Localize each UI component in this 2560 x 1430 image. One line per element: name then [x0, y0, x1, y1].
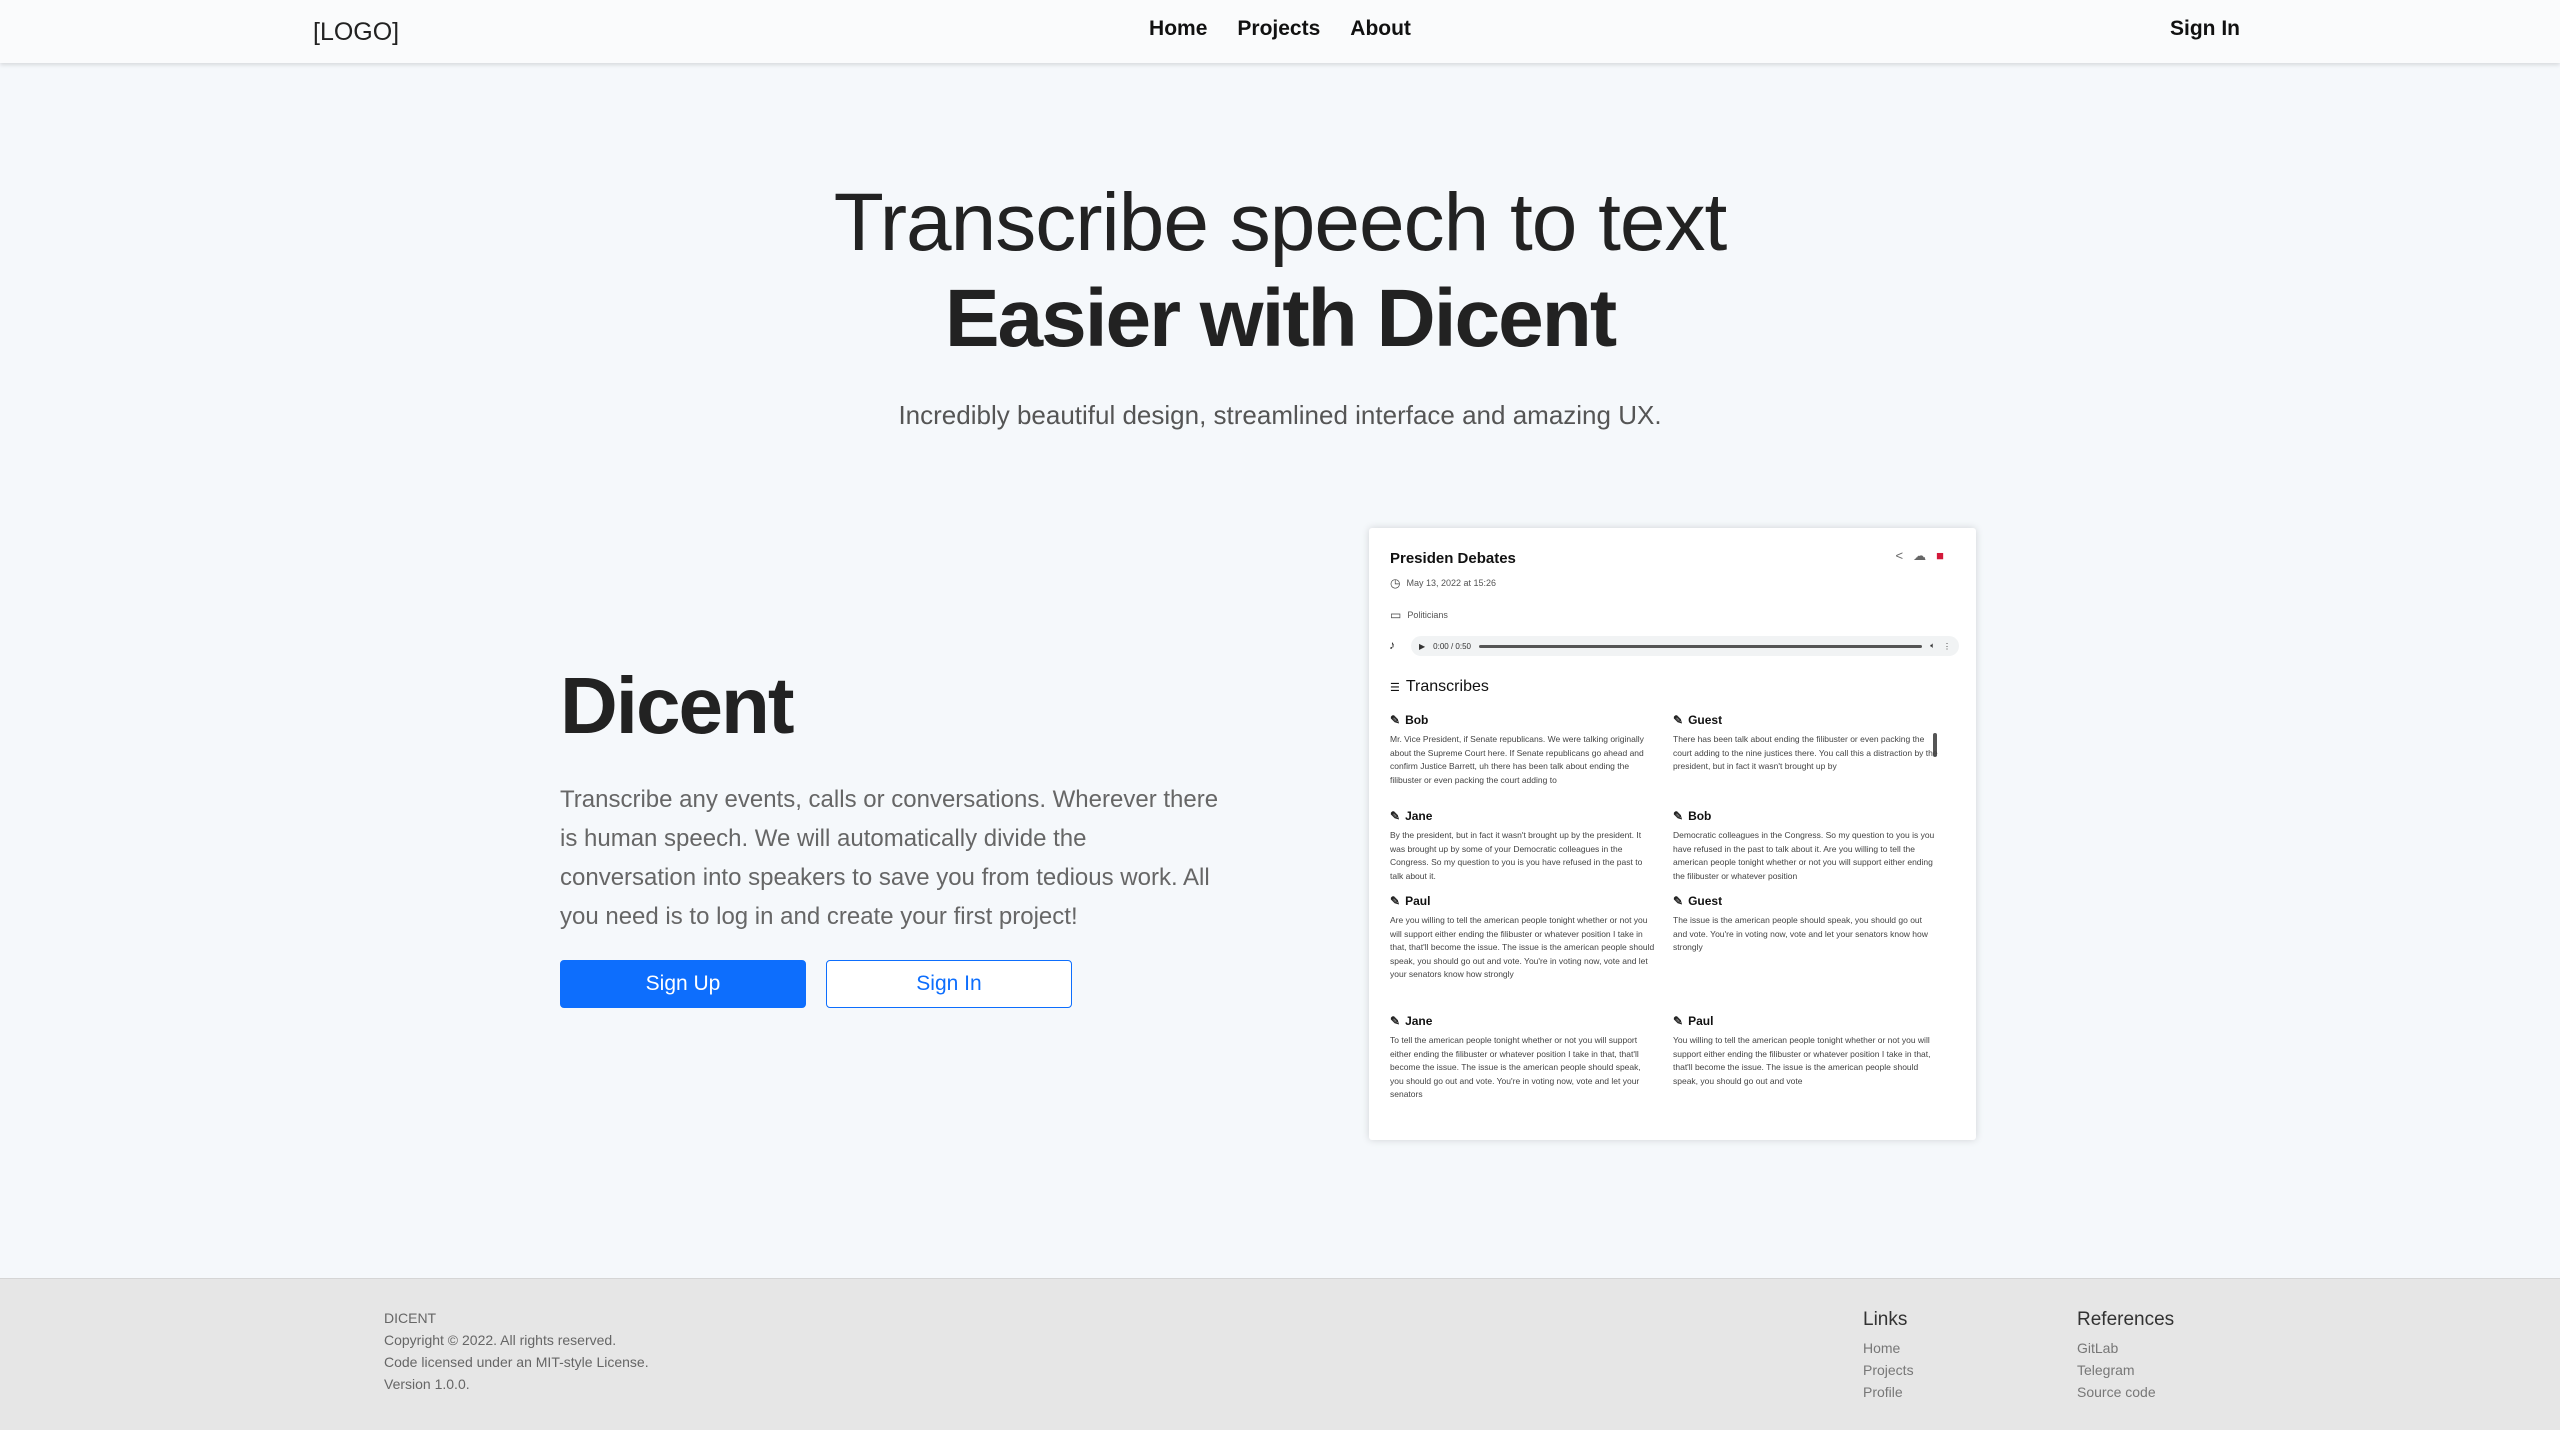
segment-text[interactable]: Are you willing to tell the american peo… — [1390, 914, 1655, 982]
footer-references-title: References — [2077, 1309, 2175, 1330]
speaker-name: Paul — [1688, 1014, 1714, 1028]
more-icon[interactable]: ⋮ — [1943, 642, 1951, 651]
speaker-name: Jane — [1405, 1014, 1433, 1028]
pencil-icon[interactable]: ✎ — [1390, 809, 1400, 823]
pencil-icon[interactable]: ✎ — [1673, 809, 1683, 823]
speaker-name: Paul — [1405, 894, 1431, 908]
footer-links-title: Links — [1863, 1309, 1908, 1330]
audio-player[interactable]: ▶ 0:00 / 0:50 🔈︎ ⋮ — [1411, 636, 1959, 656]
footer-link-home[interactable]: Home — [1863, 1337, 1914, 1359]
hero-heading: Transcribe speech to text — [833, 177, 1728, 268]
transcript-segment[interactable]: ✎ Paul You willing to tell the american p… — [1673, 1014, 1938, 1088]
clock-icon: ◷ — [1390, 576, 1401, 590]
hero-tagline: Incredibly beautiful design, streamlined… — [898, 400, 1662, 430]
nav-about[interactable]: About — [1350, 17, 1411, 41]
pencil-icon[interactable]: ✎ — [1673, 713, 1683, 727]
footer-link-profile[interactable]: Profile — [1863, 1381, 1914, 1403]
footer-info: DICENT Copyright © 2022. All rights rese… — [384, 1307, 649, 1395]
footer-link-gitlab[interactable]: GitLab — [2077, 1337, 2174, 1359]
segment-text[interactable]: There has been talk about ending the fil… — [1673, 733, 1938, 774]
project-date-text: May 13, 2022 at 15:26 — [1406, 578, 1497, 588]
transcript-segment[interactable]: ✎ Guest There has been talk about ending … — [1673, 713, 1938, 774]
player-time: 0:00 / 0:50 — [1433, 641, 1471, 651]
project-date: ◷ May 13, 2022 at 15:26 — [1390, 576, 1496, 590]
pencil-icon[interactable]: ✎ — [1673, 1014, 1683, 1028]
footer-references: References GitLab Telegram Source code — [2077, 1309, 2174, 1403]
share-icon[interactable]: < — [1896, 548, 1904, 564]
segment-text[interactable]: Democratic colleagues in the Congress. S… — [1673, 829, 1938, 883]
transcript-segment[interactable]: ✎ Jane By the president, but in fact it w… — [1390, 809, 1655, 883]
nav-projects[interactable]: Projects — [1237, 17, 1320, 41]
segment-text[interactable]: The issue is the american people should … — [1673, 914, 1938, 955]
footer-brand: DICENT — [384, 1310, 437, 1326]
pencil-icon[interactable]: ✎ — [1390, 713, 1400, 727]
music-note-icon: ♪ — [1389, 638, 1395, 652]
project-actions: < ☁ ■ — [1896, 548, 1944, 564]
intro-title: Dicent — [560, 661, 794, 750]
footer-link-projects[interactable]: Projects — [1863, 1359, 1914, 1381]
footer-version: Version 1.0.0. — [384, 1376, 470, 1392]
transcript-segment[interactable]: ✎ Bob Democratic colleagues in the Congre… — [1673, 809, 1938, 883]
footer: DICENT Copyright © 2022. All rights rese… — [0, 1278, 2560, 1430]
speaker-name: Guest — [1688, 894, 1723, 908]
footer-license: Code licensed under an MIT-style License… — [384, 1354, 649, 1370]
player-progress-track[interactable] — [1478, 644, 1923, 648]
project-preview-card: Presiden Debates < ☁ ■ ◷ May 13, 2022 at… — [1369, 528, 1976, 1140]
footer-link-telegram[interactable]: Telegram — [2077, 1359, 2174, 1381]
footer-link-source-code[interactable]: Source code — [2077, 1381, 2174, 1403]
transcribes-heading: ☰ Transcribes — [1390, 678, 1489, 696]
project-folder-text: Politicians — [1407, 610, 1448, 620]
pencil-icon[interactable]: ✎ — [1390, 1014, 1400, 1028]
project-folder: ▭ Politicians — [1390, 608, 1448, 622]
cloud-upload-icon[interactable]: ☁ — [1913, 548, 1926, 564]
pencil-icon[interactable]: ✎ — [1673, 894, 1683, 908]
transcript-segment[interactable]: ✎ Jane To tell the american people tonigh… — [1390, 1014, 1655, 1102]
header-sign-in-link[interactable]: Sign In — [2170, 17, 2240, 41]
transcript-segment[interactable]: ✎ Paul Are you willing to tell the americ… — [1390, 894, 1655, 982]
trash-icon[interactable]: ■ — [1936, 548, 1944, 564]
volume-icon[interactable]: 🔈︎ — [1930, 641, 1935, 651]
nav-home[interactable]: Home — [1149, 17, 1207, 41]
pencil-icon[interactable]: ✎ — [1390, 894, 1400, 908]
speaker-name: Jane — [1405, 809, 1433, 823]
intro-description: Transcribe any events, calls or conversa… — [560, 786, 1219, 930]
project-title: Presiden Debates — [1390, 550, 1516, 567]
speaker-name: Bob — [1405, 713, 1429, 727]
segment-text[interactable]: You willing to tell the american people … — [1673, 1034, 1938, 1088]
folder-icon: ▭ — [1390, 608, 1402, 622]
top-navbar: [LOGO] Home Projects About Sign In — [0, 0, 2560, 63]
transcript-segment[interactable]: ✎ Guest The issue is the american people … — [1673, 894, 1938, 955]
segment-text[interactable]: To tell the american people tonight whet… — [1390, 1034, 1655, 1102]
speaker-name: Bob — [1688, 809, 1712, 823]
transcript-segment[interactable]: ✎ Bob Mr. Vice President, if Senate repub… — [1390, 713, 1655, 787]
hero-subheading: Easier with Dicent — [944, 273, 1617, 364]
segment-text[interactable]: Mr. Vice President, if Senate republican… — [1390, 733, 1655, 787]
segment-text[interactable]: By the president, but in fact it wasn't … — [1390, 829, 1655, 883]
sign-up-button[interactable]: Sign Up — [560, 960, 806, 1008]
transcribes-label: Transcribes — [1405, 678, 1489, 695]
speaker-name: Guest — [1688, 713, 1723, 727]
play-icon[interactable]: ▶ — [1419, 642, 1425, 651]
list-icon: ☰ — [1390, 681, 1400, 694]
sign-in-button[interactable]: Sign In — [826, 960, 1072, 1008]
footer-links: Links Home Projects Profile — [1863, 1309, 1914, 1403]
footer-copyright: Copyright © 2022. All rights reserved. — [384, 1332, 617, 1348]
